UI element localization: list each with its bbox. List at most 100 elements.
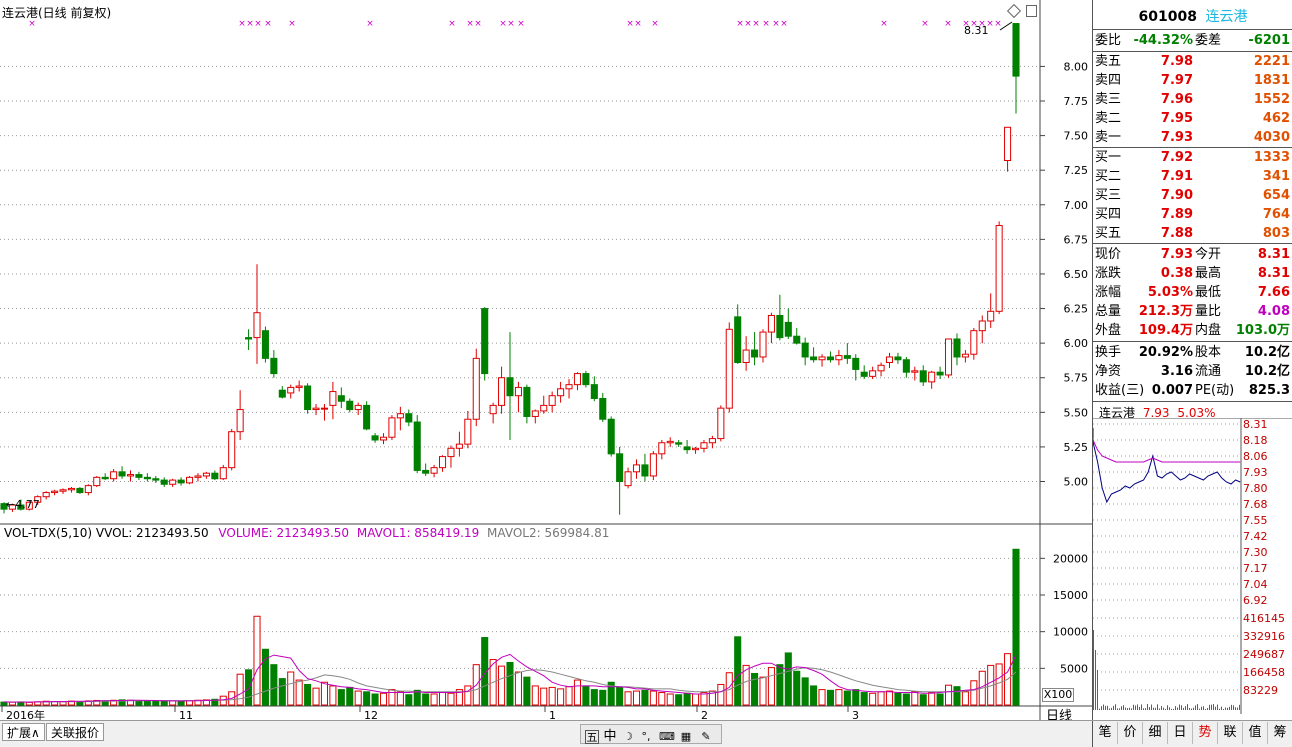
ime-punct-icon[interactable]: °, <box>639 730 653 744</box>
view-tab-3[interactable]: 日 <box>1168 722 1193 744</box>
candle-body <box>439 457 445 468</box>
candle-body <box>397 414 403 418</box>
volume-bar <box>397 692 403 705</box>
ime-moon-icon[interactable]: ☽ <box>621 730 635 744</box>
candle-body <box>499 378 505 406</box>
candle-body <box>237 410 243 432</box>
volume-bar <box>625 692 631 705</box>
low-price-label: ←4.77 <box>6 498 40 511</box>
view-tab-5[interactable]: 联 <box>1218 722 1243 744</box>
candle-body <box>347 401 353 409</box>
volume-bar <box>524 677 530 705</box>
bid-volume: 1333 <box>1254 148 1290 167</box>
volume-bar <box>558 689 564 705</box>
mini-volume-bar <box>1183 708 1184 710</box>
view-tab-0[interactable]: 笔 <box>1093 722 1118 744</box>
view-tab-4[interactable]: 势 <box>1193 722 1218 744</box>
candle-body <box>768 315 774 332</box>
date-axis-label: 2 <box>701 709 708 720</box>
volume-bar <box>718 684 724 705</box>
intraday-mini-chart[interactable]: 8.31 8.18 8.06 7.93 7.80 7.68 7.55 7.42 7.30 7.17… <box>1093 418 1292 718</box>
mini-volume-bar <box>1141 704 1142 710</box>
price-axis-label: 6.50 <box>1064 268 1089 281</box>
signal-marker: × <box>366 19 374 29</box>
stat-row: 总量 212.3万 量比 4.08 <box>1093 302 1292 321</box>
mini-volume-bar <box>1099 709 1100 710</box>
candle-body <box>726 329 732 408</box>
ask-row: 卖一 7.93 4030 <box>1093 128 1292 147</box>
fundamental-value: 10.2亿 <box>1245 343 1290 362</box>
mini-volume-bar <box>1227 708 1228 710</box>
candle-body <box>212 473 218 479</box>
candle-body <box>625 472 631 486</box>
ask-volume: 1552 <box>1254 90 1290 109</box>
signal-marker: × <box>880 19 888 29</box>
ime-chinese-icon[interactable]: 中 <box>603 730 617 744</box>
candle-body <box>617 454 623 482</box>
stat-row: 现价 7.93 今开 8.31 <box>1093 245 1292 264</box>
signal-marker: × <box>921 19 929 29</box>
stat-label: 最高 <box>1195 264 1221 283</box>
mini-volume-bar <box>1211 705 1212 710</box>
ime-tool-icon[interactable]: ✎ <box>699 730 713 744</box>
stat-value: 0.38 <box>1161 264 1193 283</box>
expand-tab[interactable]: 扩展∧ <box>2 723 45 741</box>
bid-volume: 764 <box>1263 205 1290 224</box>
price-axis-label: 5.00 <box>1064 475 1089 488</box>
view-tab-1[interactable]: 价 <box>1118 722 1143 744</box>
vol-mavol1: MAVOL1: 858419.19 <box>357 526 479 540</box>
candle-body <box>406 414 412 422</box>
weibi-value: -44.32% <box>1133 31 1193 50</box>
ime-keyboard-icon[interactable]: ⌨ <box>659 730 673 744</box>
stat-label: 现价 <box>1095 245 1121 264</box>
view-tab-7[interactable]: 筹 <box>1268 722 1292 744</box>
candle-body <box>903 360 909 372</box>
mini-volume-bar <box>1111 708 1112 710</box>
mini-price-label: 7.68 <box>1243 498 1268 511</box>
mini-volume-bar <box>1169 707 1170 710</box>
volume-bar <box>903 694 909 705</box>
fundamental-row: 净资 3.16 流通 10.2亿 <box>1093 362 1292 381</box>
volume-bar <box>566 687 572 705</box>
related-quotes-tab[interactable]: 关联报价 <box>46 723 104 741</box>
candle-body <box>659 443 665 454</box>
fundamental-value: 0.007 <box>1152 381 1193 400</box>
window-toggle-icon[interactable] <box>1026 5 1037 17</box>
signal-marker: × <box>736 19 744 29</box>
kline-svg[interactable]: 8.00 7.75 7.50 7.25 7.00 6.75 6.50 6.25 6.00 5.75… <box>0 0 1092 720</box>
mini-volume-bar <box>1237 708 1238 710</box>
view-tab-6[interactable]: 值 <box>1243 722 1268 744</box>
ask-row: 卖四 7.97 1831 <box>1093 71 1292 90</box>
volume-bar <box>600 690 606 705</box>
ask-volume: 462 <box>1263 109 1290 128</box>
ime-grid-icon[interactable]: ▦ <box>679 730 693 744</box>
candle-body <box>296 386 302 387</box>
candle-body <box>676 443 682 444</box>
bid-row: 买三 7.90 654 <box>1093 186 1292 205</box>
signal-marker: × <box>499 19 507 29</box>
candle-body <box>979 321 985 331</box>
high-price-arrow <box>1000 22 1012 30</box>
volume-bar <box>650 691 656 705</box>
bid-volume: 803 <box>1263 224 1290 243</box>
stat-value: 5.03% <box>1148 283 1193 302</box>
mini-price-line <box>1093 428 1240 502</box>
candle-body <box>583 374 589 385</box>
candle-body <box>448 448 454 456</box>
candle-body <box>777 315 783 337</box>
candle-body <box>515 387 521 395</box>
signal-marker: × <box>752 19 760 29</box>
kline-chart-area[interactable]: 8.00 7.75 7.50 7.25 7.00 6.75 6.50 6.25 6.00 5.75… <box>0 0 1092 720</box>
fundamental-value: 3.16 <box>1161 362 1193 381</box>
candle-body <box>195 476 201 477</box>
mini-volume-bar <box>1177 708 1178 710</box>
signal-marker: × <box>517 19 525 29</box>
mini-volume-bar <box>1195 705 1196 710</box>
view-tab-2[interactable]: 细 <box>1143 722 1168 744</box>
volume-bar <box>971 681 977 705</box>
volume-bar <box>929 693 935 705</box>
ime-five-icon[interactable]: 五 <box>585 730 599 744</box>
mini-volume-bar <box>1117 708 1118 710</box>
candle-body <box>709 439 715 443</box>
weicha-value: -6201 <box>1248 31 1290 50</box>
